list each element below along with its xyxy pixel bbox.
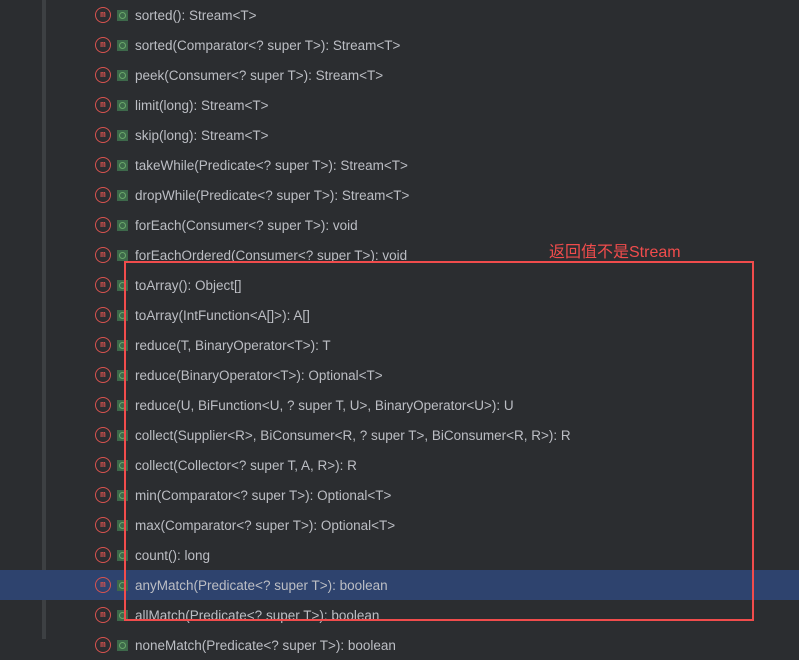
method-label: toArray(IntFunction<A[]>): A[] [135, 308, 310, 323]
method-label: peek(Consumer<? super T>): Stream<T> [135, 68, 383, 83]
method-label: limit(long): Stream<T> [135, 98, 269, 113]
method-row[interactable]: m sorted(Comparator<? super T>): Stream<T… [0, 30, 799, 60]
method-label: count(): long [135, 548, 210, 563]
structure-method-list: m sorted(): Stream<T> m sorted(Comparator<?… [0, 0, 799, 660]
method-icon: m [95, 67, 111, 83]
method-icon: m [95, 127, 111, 143]
modifier-icon [117, 280, 128, 291]
method-icon: m [95, 607, 111, 623]
modifier-icon [117, 550, 128, 561]
method-row[interactable]: m anyMatch(Predicate<? super T>): boolean [0, 570, 799, 600]
method-icon: m [95, 277, 111, 293]
modifier-icon [117, 340, 128, 351]
method-label: anyMatch(Predicate<? super T>): boolean [135, 578, 388, 593]
method-label: noneMatch(Predicate<? super T>): boolean [135, 638, 396, 653]
method-row[interactable]: m takeWhile(Predicate<? super T>): Stream… [0, 150, 799, 180]
method-icon: m [95, 7, 111, 23]
method-label: collect(Supplier<R>, BiConsumer<R, ? sup… [135, 428, 571, 443]
method-label: takeWhile(Predicate<? super T>): Stream<… [135, 158, 408, 173]
method-icon: m [95, 307, 111, 323]
method-label: sorted(Comparator<? super T>): Stream<T> [135, 38, 400, 53]
method-label: reduce(BinaryOperator<T>): Optional<T> [135, 368, 383, 383]
method-row[interactable]: m limit(long): Stream<T> [0, 90, 799, 120]
method-label: skip(long): Stream<T> [135, 128, 269, 143]
modifier-icon [117, 250, 128, 261]
modifier-icon [117, 610, 128, 621]
method-row[interactable]: m reduce(T, BinaryOperator<T>): T [0, 330, 799, 360]
method-icon: m [95, 217, 111, 233]
method-icon: m [95, 457, 111, 473]
method-label: collect(Collector<? super T, A, R>): R [135, 458, 357, 473]
method-row[interactable]: m toArray(): Object[] [0, 270, 799, 300]
method-icon: m [95, 487, 111, 503]
modifier-icon [117, 100, 128, 111]
method-row[interactable]: m peek(Consumer<? super T>): Stream<T> [0, 60, 799, 90]
method-row[interactable]: m forEach(Consumer<? super T>): void [0, 210, 799, 240]
method-icon: m [95, 547, 111, 563]
method-label: dropWhile(Predicate<? super T>): Stream<… [135, 188, 409, 203]
method-icon: m [95, 157, 111, 173]
method-row[interactable]: m collect(Supplier<R>, BiConsumer<R, ? su… [0, 420, 799, 450]
method-row[interactable]: m min(Comparator<? super T>): Optional<T> [0, 480, 799, 510]
modifier-icon [117, 130, 128, 141]
method-row[interactable]: m noneMatch(Predicate<? super T>): boolea… [0, 630, 799, 660]
method-label: sorted(): Stream<T> [135, 8, 257, 23]
modifier-icon [117, 370, 128, 381]
modifier-icon [117, 10, 128, 21]
method-icon: m [95, 397, 111, 413]
modifier-icon [117, 400, 128, 411]
method-row[interactable]: m count(): long [0, 540, 799, 570]
method-icon: m [95, 37, 111, 53]
method-icon: m [95, 187, 111, 203]
method-label: toArray(): Object[] [135, 278, 242, 293]
modifier-icon [117, 310, 128, 321]
method-icon: m [95, 577, 111, 593]
method-icon: m [95, 637, 111, 653]
method-row[interactable]: m collect(Collector<? super T, A, R>): R [0, 450, 799, 480]
modifier-icon [117, 160, 128, 171]
method-icon: m [95, 517, 111, 533]
method-label: forEach(Consumer<? super T>): void [135, 218, 358, 233]
annotation-text: 返回值不是Stream [549, 238, 681, 262]
method-row[interactable]: m dropWhile(Predicate<? super T>): Stream… [0, 180, 799, 210]
modifier-icon [117, 40, 128, 51]
method-icon: m [95, 97, 111, 113]
modifier-icon [117, 520, 128, 531]
method-row[interactable]: m allMatch(Predicate<? super T>): boolean [0, 600, 799, 630]
modifier-icon [117, 460, 128, 471]
method-label: min(Comparator<? super T>): Optional<T> [135, 488, 391, 503]
method-row[interactable]: m skip(long): Stream<T> [0, 120, 799, 150]
modifier-icon [117, 490, 128, 501]
modifier-icon [117, 220, 128, 231]
method-label: reduce(U, BiFunction<U, ? super T, U>, B… [135, 398, 514, 413]
method-row[interactable]: m reduce(BinaryOperator<T>): Optional<T> [0, 360, 799, 390]
modifier-icon [117, 190, 128, 201]
method-icon: m [95, 247, 111, 263]
method-row[interactable]: m sorted(): Stream<T> [0, 0, 799, 30]
method-label: max(Comparator<? super T>): Optional<T> [135, 518, 395, 533]
method-row[interactable]: m toArray(IntFunction<A[]>): A[] [0, 300, 799, 330]
method-row[interactable]: m reduce(U, BiFunction<U, ? super T, U>, … [0, 390, 799, 420]
modifier-icon [117, 580, 128, 591]
method-icon: m [95, 337, 111, 353]
modifier-icon [117, 430, 128, 441]
modifier-icon [117, 70, 128, 81]
method-icon: m [95, 367, 111, 383]
modifier-icon [117, 640, 128, 651]
method-label: forEachOrdered(Consumer<? super T>): voi… [135, 248, 407, 263]
method-icon: m [95, 427, 111, 443]
method-row[interactable]: m max(Comparator<? super T>): Optional<T> [0, 510, 799, 540]
method-label: allMatch(Predicate<? super T>): boolean [135, 608, 379, 623]
method-label: reduce(T, BinaryOperator<T>): T [135, 338, 331, 353]
